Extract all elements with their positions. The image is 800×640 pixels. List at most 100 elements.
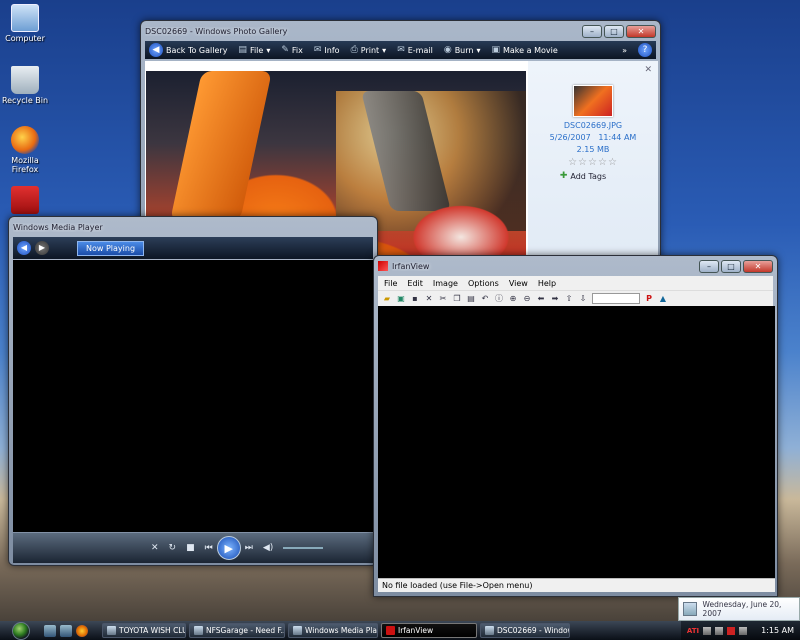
desktop-icon-recycle-bin[interactable]: Recycle Bin [0, 66, 50, 105]
computer-icon [11, 4, 39, 32]
undo-icon[interactable]: ↶ [480, 294, 490, 303]
security-icon[interactable] [727, 626, 736, 635]
ati-tray-label[interactable]: ATI [687, 627, 699, 635]
desktop-icon-computer[interactable]: Computer [0, 4, 50, 43]
back-label: Back To Gallery [166, 45, 228, 55]
desktop-icon-firefox[interactable]: Mozilla Firefox [0, 126, 50, 174]
more-chevron-button[interactable]: » [622, 46, 627, 55]
stop-icon[interactable]: ■ [186, 543, 195, 553]
file-name: DSC02669.JPG [563, 121, 623, 130]
taskbar-button[interactable]: NFSGarage - Need F... [189, 623, 285, 638]
taskbar-button[interactable]: IrfanView [381, 623, 477, 638]
network-icon[interactable] [703, 626, 712, 635]
irfan-canvas[interactable] [378, 306, 775, 578]
firefox-quicklaunch-icon[interactable] [76, 624, 88, 637]
minimize-button[interactable]: – [582, 24, 602, 38]
copy-icon[interactable]: ❐ [452, 294, 462, 303]
volume-icon[interactable] [715, 626, 724, 635]
menu-options[interactable]: Options [468, 279, 499, 288]
delete-icon[interactable]: ✕ [424, 294, 434, 303]
file-size: 2.15 MB [576, 145, 610, 154]
menu-help[interactable]: Help [538, 279, 556, 288]
taskbar-button[interactable]: TOYOTA WISH CLU... [102, 623, 186, 638]
volume-icon[interactable]: ◀) [263, 543, 273, 553]
file-label: File [249, 45, 264, 55]
make-movie-button[interactable]: ▣ Make a Movie [491, 45, 557, 55]
minimize-button[interactable]: – [699, 259, 719, 273]
switch-windows-icon[interactable] [60, 624, 72, 637]
seek-group: ⏮ ▶ ⏭ [205, 536, 253, 560]
wmp-title: Windows Media Player [13, 222, 103, 232]
info-button[interactable]: ✉ Info [314, 45, 340, 55]
save-icon[interactable]: ▪ [410, 294, 420, 303]
print-menu-button[interactable]: ⎙ Print ▾ [351, 45, 387, 55]
email-icon: ✉ [397, 45, 405, 55]
menu-file[interactable]: File [384, 279, 397, 288]
clock[interactable]: 1:15 AM [761, 626, 794, 635]
volume-slider[interactable] [283, 547, 324, 549]
recycle-bin-icon [11, 66, 39, 94]
irfan-titlebar[interactable]: IrfanView – □ ✕ [374, 256, 777, 276]
play-button[interactable]: ▶ [216, 536, 241, 560]
help-button[interactable]: ? [638, 43, 652, 57]
photo-gallery-icon [485, 626, 494, 635]
shuffle-icon[interactable]: ✕ [151, 543, 159, 553]
desktop-icon-adobe-reader[interactable] [0, 186, 50, 216]
image-icon[interactable]: ▲ [658, 294, 668, 303]
irfan-toolbar: ▰ ▣ ▪ ✕ ✂ ❐ ▤ ↶ ⓘ ⊕ ⊖ ⬅ ➡ ⇧ ⇩ P ▲ [378, 290, 773, 306]
cut-icon[interactable]: ✂ [438, 294, 448, 303]
next-track-icon[interactable]: ⏭ [245, 543, 253, 553]
email-button[interactable]: ✉ E-mail [397, 45, 433, 55]
wmp-titlebar[interactable]: Windows Media Player [9, 217, 377, 237]
desktop-icon-label: Mozilla Firefox [11, 156, 39, 174]
forward-button[interactable]: ▶ [35, 241, 49, 255]
zoom-in-icon[interactable]: ⊕ [508, 294, 518, 303]
menu-edit[interactable]: Edit [407, 279, 423, 288]
date-tooltip-text: Wednesday, June 20, 2007 [702, 600, 782, 618]
video-area[interactable] [13, 260, 375, 532]
previous-track-icon[interactable]: ⏮ [205, 543, 213, 553]
gallery-title: DSC02669 - Windows Photo Gallery [145, 26, 288, 36]
now-playing-tab[interactable]: Now Playing [77, 240, 145, 256]
wmp-controls: ✕ ↻ ■ ⏮ ▶ ⏭ ◀) [13, 533, 375, 563]
last-icon[interactable]: ⇩ [578, 294, 588, 303]
wmp-nav-bar: ◀ ▶ Now Playing [13, 237, 373, 259]
irfan-title: IrfanView [392, 261, 430, 271]
close-button[interactable]: ✕ [743, 259, 773, 273]
pdf-icon [11, 186, 39, 214]
menu-view[interactable]: View [509, 279, 528, 288]
fix-button[interactable]: ✎ Fix [281, 45, 303, 55]
film-icon: ▣ [491, 45, 500, 55]
file-menu-button[interactable]: ▤ File ▾ [238, 45, 270, 55]
photo-car-door [170, 71, 272, 221]
open-folder-icon[interactable]: ▰ [382, 294, 392, 303]
back-button[interactable]: ◀ [17, 241, 31, 255]
fix-label: Fix [291, 45, 303, 55]
first-icon[interactable]: ⇧ [564, 294, 574, 303]
close-button[interactable]: ✕ [626, 24, 656, 38]
gallery-titlebar[interactable]: DSC02669 - Windows Photo Gallery – □ ✕ [141, 21, 660, 41]
maximize-button[interactable]: □ [721, 259, 741, 273]
properties-icon[interactable]: P [644, 294, 654, 303]
back-to-gallery-button[interactable]: ◀ Back To Gallery [149, 43, 227, 57]
page-field[interactable] [592, 293, 640, 304]
burn-menu-button[interactable]: ◉ Burn ▾ [444, 45, 481, 55]
show-desktop-icon[interactable] [44, 624, 56, 637]
start-button[interactable] [12, 621, 30, 640]
taskbar-button[interactable]: Windows Media Pla... [288, 623, 378, 638]
burn-label: Burn [454, 45, 474, 55]
slideshow-icon[interactable]: ▣ [396, 294, 406, 303]
power-icon[interactable] [739, 626, 748, 635]
menu-image[interactable]: Image [433, 279, 458, 288]
repeat-icon[interactable]: ↻ [169, 543, 177, 553]
add-tags-button[interactable]: ✚ Add Tags [508, 171, 658, 181]
previous-icon[interactable]: ⬅ [536, 294, 546, 303]
info-icon[interactable]: ⓘ [494, 293, 504, 304]
rating-stars[interactable]: ☆☆☆☆☆ [528, 157, 658, 168]
maximize-button[interactable]: □ [604, 24, 624, 38]
close-info-pane-icon[interactable]: ✕ [644, 65, 652, 75]
taskbar-button[interactable]: DSC02669 - Window... [480, 623, 570, 638]
paste-icon[interactable]: ▤ [466, 294, 476, 303]
zoom-out-icon[interactable]: ⊖ [522, 294, 532, 303]
next-icon[interactable]: ➡ [550, 294, 560, 303]
